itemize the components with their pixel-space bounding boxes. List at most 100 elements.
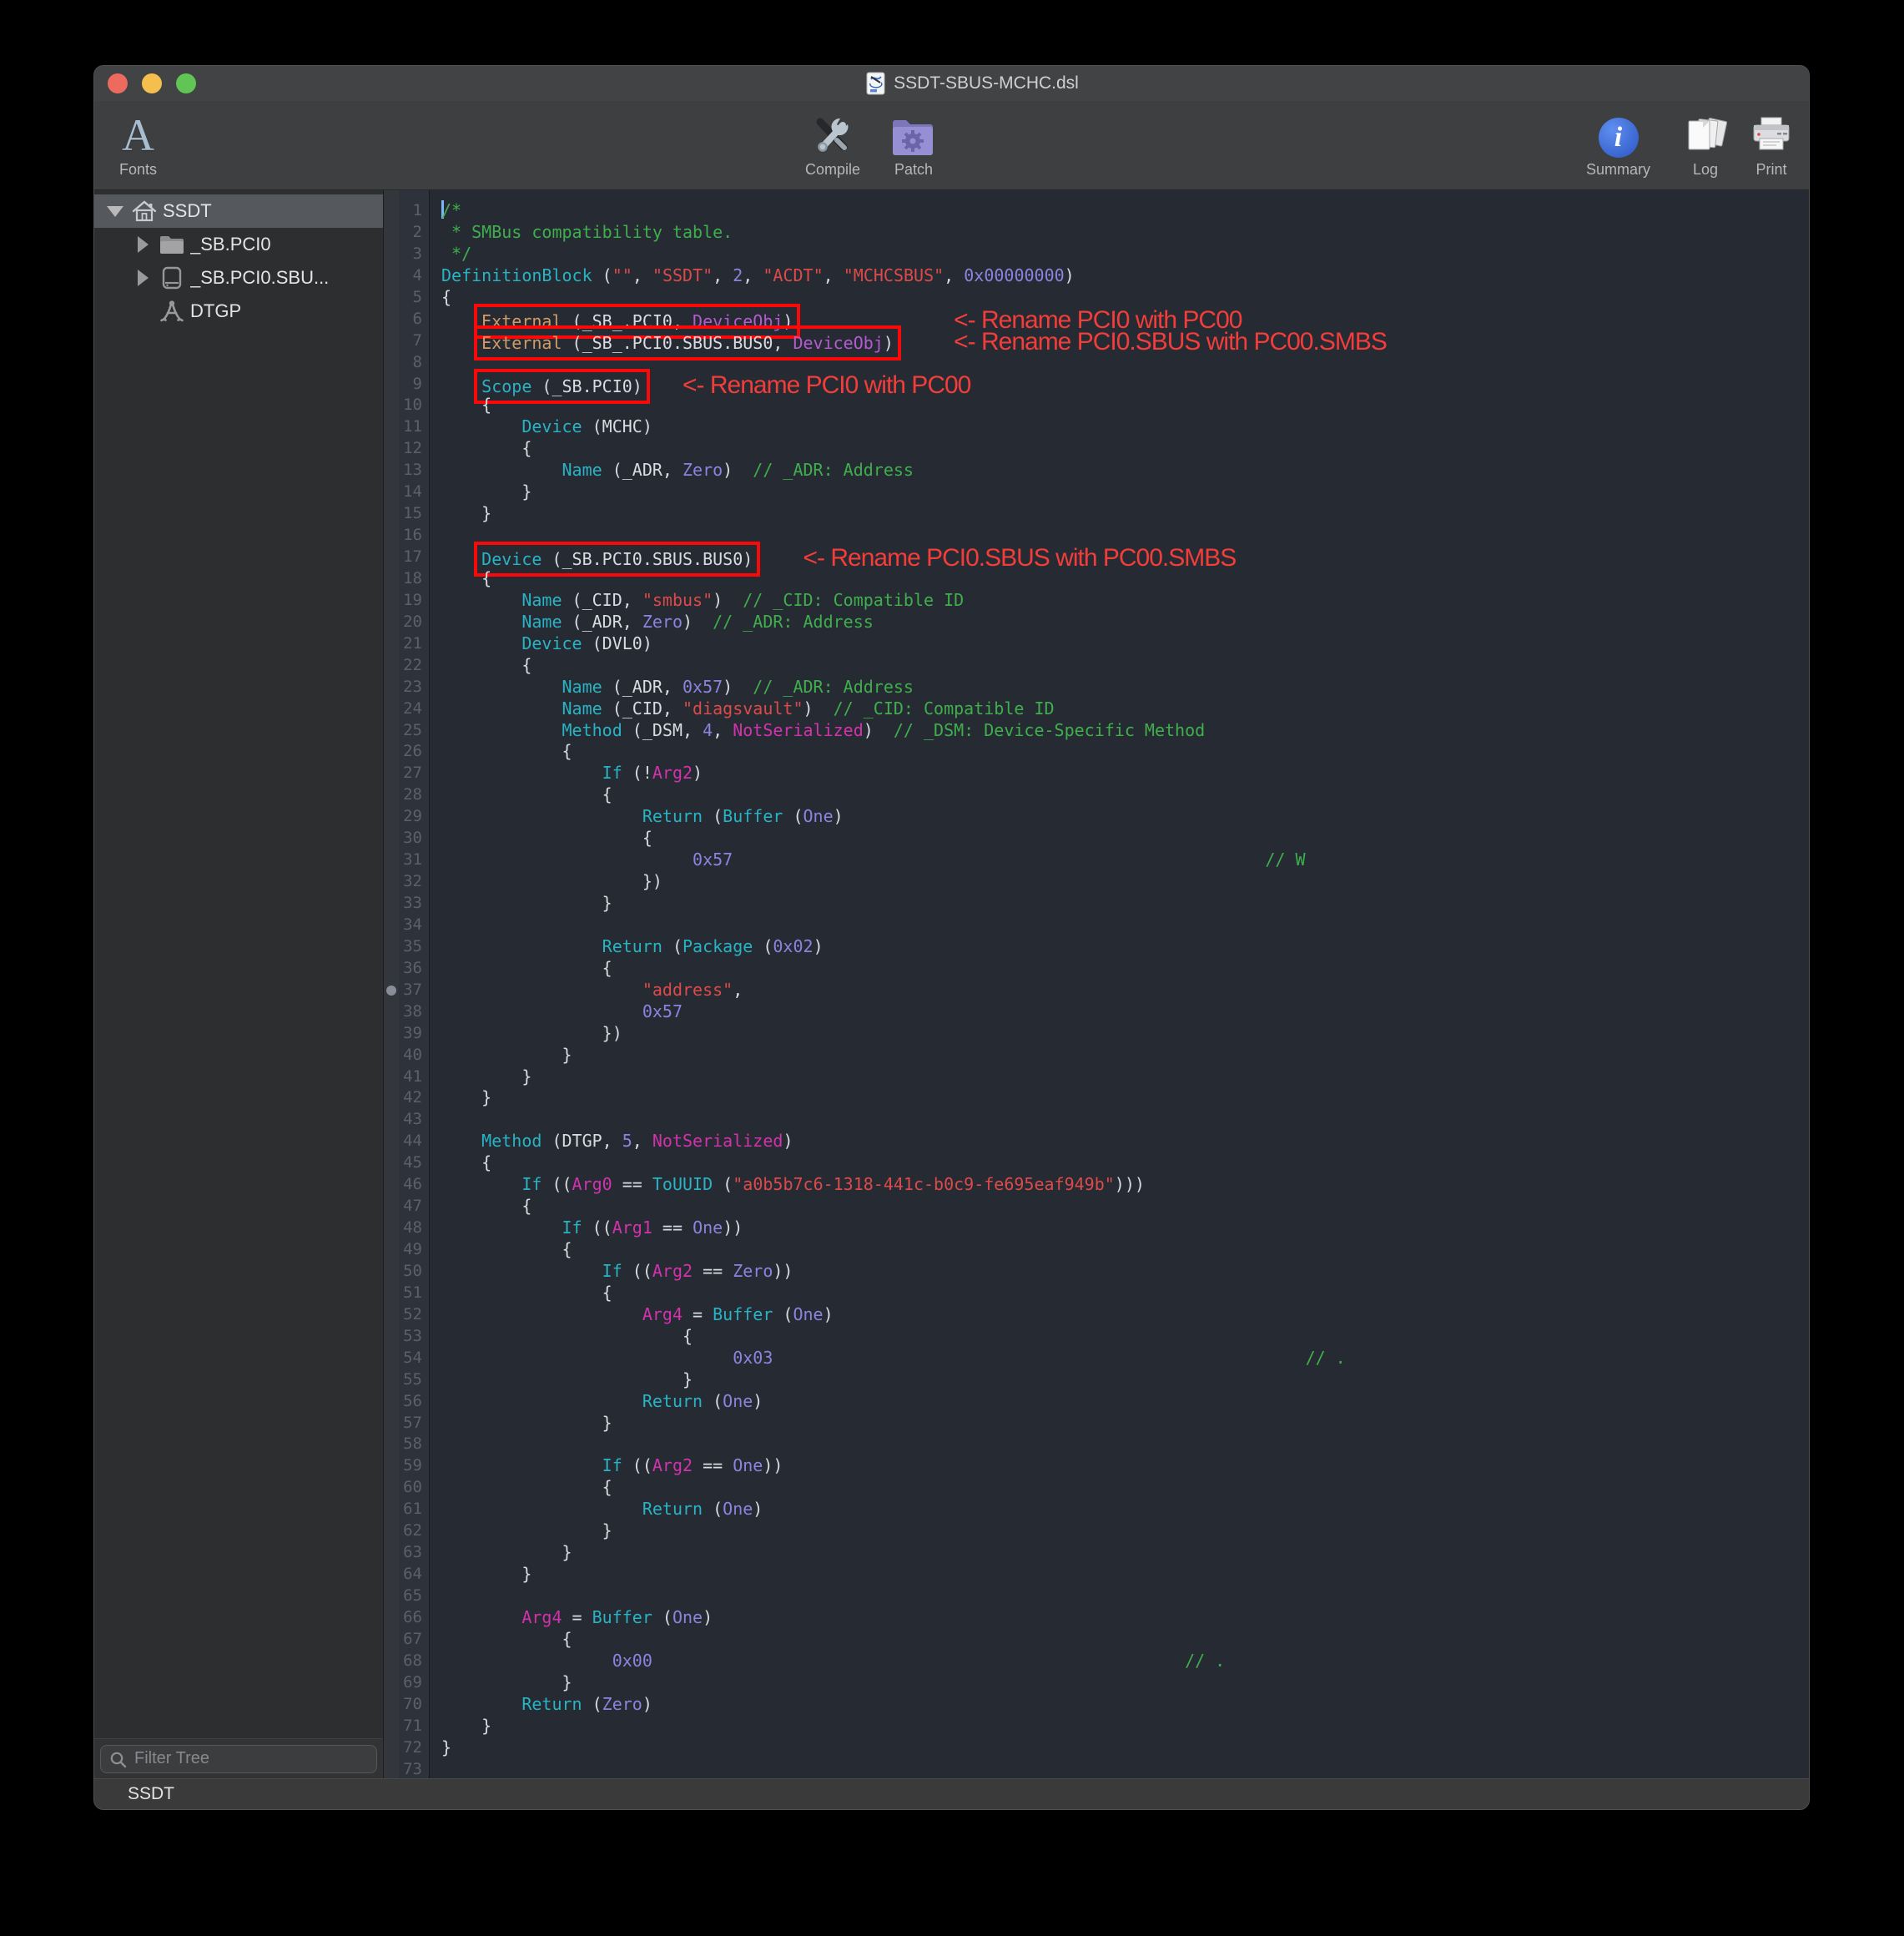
line-number: 36 [384, 958, 429, 980]
code-line: 34 [384, 915, 1809, 936]
code-line-text: } [429, 1369, 1809, 1391]
code-line-text: { [429, 958, 1809, 980]
disclosure-right-icon[interactable] [132, 270, 154, 286]
code-editor[interactable]: 1/*2 * SMBus compatibility table.3 */4De… [384, 190, 1809, 1778]
code-line: 73 [384, 1759, 1809, 1779]
code-line: 7 External (_SB_.PCI0.SBUS.BUS0, DeviceO… [384, 330, 1809, 352]
code-line: 47 { [384, 1196, 1809, 1218]
code-line-text: Name (_ADR, Zero) // _ADR: Address [429, 612, 1809, 633]
compile-icon [809, 111, 856, 158]
line-number: 9 [384, 374, 429, 396]
sidebar-item-sb-pci0-sbu[interactable]: _SB.PCI0.SBU... [94, 261, 383, 295]
line-number: 10 [384, 395, 429, 416]
fonts-button[interactable]: A Fonts [119, 106, 157, 179]
code-line-text: Method (_DSM, 4, NotSerialized) // _DSM:… [429, 720, 1809, 742]
rename-highlight-box: Device (_SB.PCI0.SBUS.BUS0) [481, 549, 753, 569]
code-line-text: } [429, 481, 1809, 503]
code-line-text: If ((Arg1 == One)) [429, 1218, 1809, 1239]
code-line: 31 0x57 // W [384, 850, 1809, 871]
zoom-button[interactable] [176, 73, 196, 93]
code-line: 3 */ [384, 244, 1809, 265]
code-line: 68 0x00 // . [384, 1651, 1809, 1672]
code-line-text [429, 1434, 1809, 1455]
code-line: 6 External (_SB_.PCI0, DeviceObj) <- Ren… [384, 309, 1809, 330]
code-line: 4DefinitionBlock ("", "SSDT", 2, "ACDT",… [384, 265, 1809, 287]
code-line-text [429, 915, 1809, 936]
patch-label: Patch [894, 161, 933, 179]
line-number: 67 [384, 1629, 429, 1651]
line-number: 52 [384, 1304, 429, 1326]
folder-icon [154, 234, 190, 255]
disclosure-down-icon[interactable] [104, 206, 126, 217]
patch-button[interactable]: Patch [889, 106, 938, 179]
info-icon: i [1599, 118, 1639, 158]
code-line: 50 If ((Arg2 == Zero)) [384, 1261, 1809, 1283]
code-line: 51 { [384, 1283, 1809, 1304]
code-line: 58 [384, 1434, 1809, 1455]
code-line-text: } [429, 1066, 1809, 1088]
code-line-text: Name (_CID, "smbus") // _CID: Compatible… [429, 590, 1809, 612]
code-line-text: Return (Buffer (One) [429, 806, 1809, 828]
line-number: 18 [384, 568, 429, 590]
navigation-tree[interactable]: SSDT_SB.PCI0_SB.PCI0.SBU...DTGP [94, 190, 383, 1738]
code-line: 13 Name (_ADR, Zero) // _ADR: Address [384, 460, 1809, 481]
code-line: 2 * SMBus compatibility table. [384, 222, 1809, 244]
disclosure-right-icon[interactable] [132, 236, 154, 253]
line-number: 14 [384, 481, 429, 503]
code-line-text: Arg4 = Buffer (One) [429, 1607, 1809, 1629]
code-line: 52 Arg4 = Buffer (One) [384, 1304, 1809, 1326]
code-line-text: DefinitionBlock ("", "SSDT", 2, "ACDT", … [429, 265, 1809, 287]
sidebar-item-dtgp[interactable]: DTGP [94, 295, 383, 328]
line-number: 8 [384, 352, 429, 374]
code-line: 56 Return (One) [384, 1391, 1809, 1413]
code-line: 10 { [384, 395, 1809, 416]
summary-button[interactable]: i Summary [1586, 106, 1650, 179]
minimize-button[interactable] [142, 73, 162, 93]
code-line-text: Name (_ADR, Zero) // _ADR: Address [429, 460, 1809, 481]
line-number: 61 [384, 1499, 429, 1520]
compile-button[interactable]: Compile [805, 106, 860, 179]
close-button[interactable] [108, 73, 128, 93]
line-number: 38 [384, 1001, 429, 1023]
line-number: 4 [384, 265, 429, 287]
window-title: SSDT-SBUS-MCHC.dsl [894, 73, 1079, 93]
sidebar-item-ssdt[interactable]: SSDT [94, 194, 383, 228]
line-number: 40 [384, 1045, 429, 1066]
sidebar-item-sb-pci0[interactable]: _SB.PCI0 [94, 228, 383, 261]
status-scope-label: SSDT [128, 1784, 174, 1804]
title-bar[interactable]: SSDT-SBUS-MCHC.dsl [94, 66, 1809, 101]
filter-tree-input[interactable] [100, 1745, 377, 1773]
code-line: 9 Scope (_SB.PCI0) <- Rename PCI0 with P… [384, 374, 1809, 396]
compile-label: Compile [805, 161, 860, 179]
line-number: 66 [384, 1607, 429, 1629]
code-line-text: 0x00 // . [429, 1651, 1809, 1672]
log-button[interactable]: Log [1684, 106, 1727, 179]
line-number: 23 [384, 677, 429, 698]
line-number: 25 [384, 720, 429, 742]
code-line-text: { [429, 741, 1809, 763]
toolbar: A Fonts Compile [94, 101, 1809, 190]
code-line: 64 } [384, 1564, 1809, 1586]
print-label: Print [1755, 161, 1786, 179]
code-line-text: } [429, 1045, 1809, 1066]
code-line-text: 0x03 // . [429, 1348, 1809, 1369]
code-line-text: */ [429, 244, 1809, 265]
code-line-text: Device (_SB.PCI0.SBUS.BUS0) <- Rename PC… [429, 547, 1809, 568]
line-number: 71 [384, 1716, 429, 1737]
line-number: 20 [384, 612, 429, 633]
line-number: 72 [384, 1737, 429, 1759]
code-line: 32 }) [384, 871, 1809, 893]
code-line-text: Scope (_SB.PCI0) <- Rename PCI0 with PC0… [429, 374, 1809, 396]
code-line: 28 { [384, 784, 1809, 806]
rename-highlight-box: External (_SB_.PCI0, DeviceObj) [481, 311, 793, 331]
code-line-text: { [429, 1283, 1809, 1304]
code-line: 59 If ((Arg2 == One)) [384, 1455, 1809, 1477]
code-line-text: Device (MCHC) [429, 416, 1809, 438]
print-button[interactable]: Print [1750, 106, 1793, 179]
home-icon [126, 199, 163, 224]
code-line-text: { [429, 828, 1809, 850]
code-line-text: { [429, 395, 1809, 416]
line-number: 3 [384, 244, 429, 265]
code-line-text: If (!Arg2) [429, 763, 1809, 784]
line-number: 22 [384, 655, 429, 677]
